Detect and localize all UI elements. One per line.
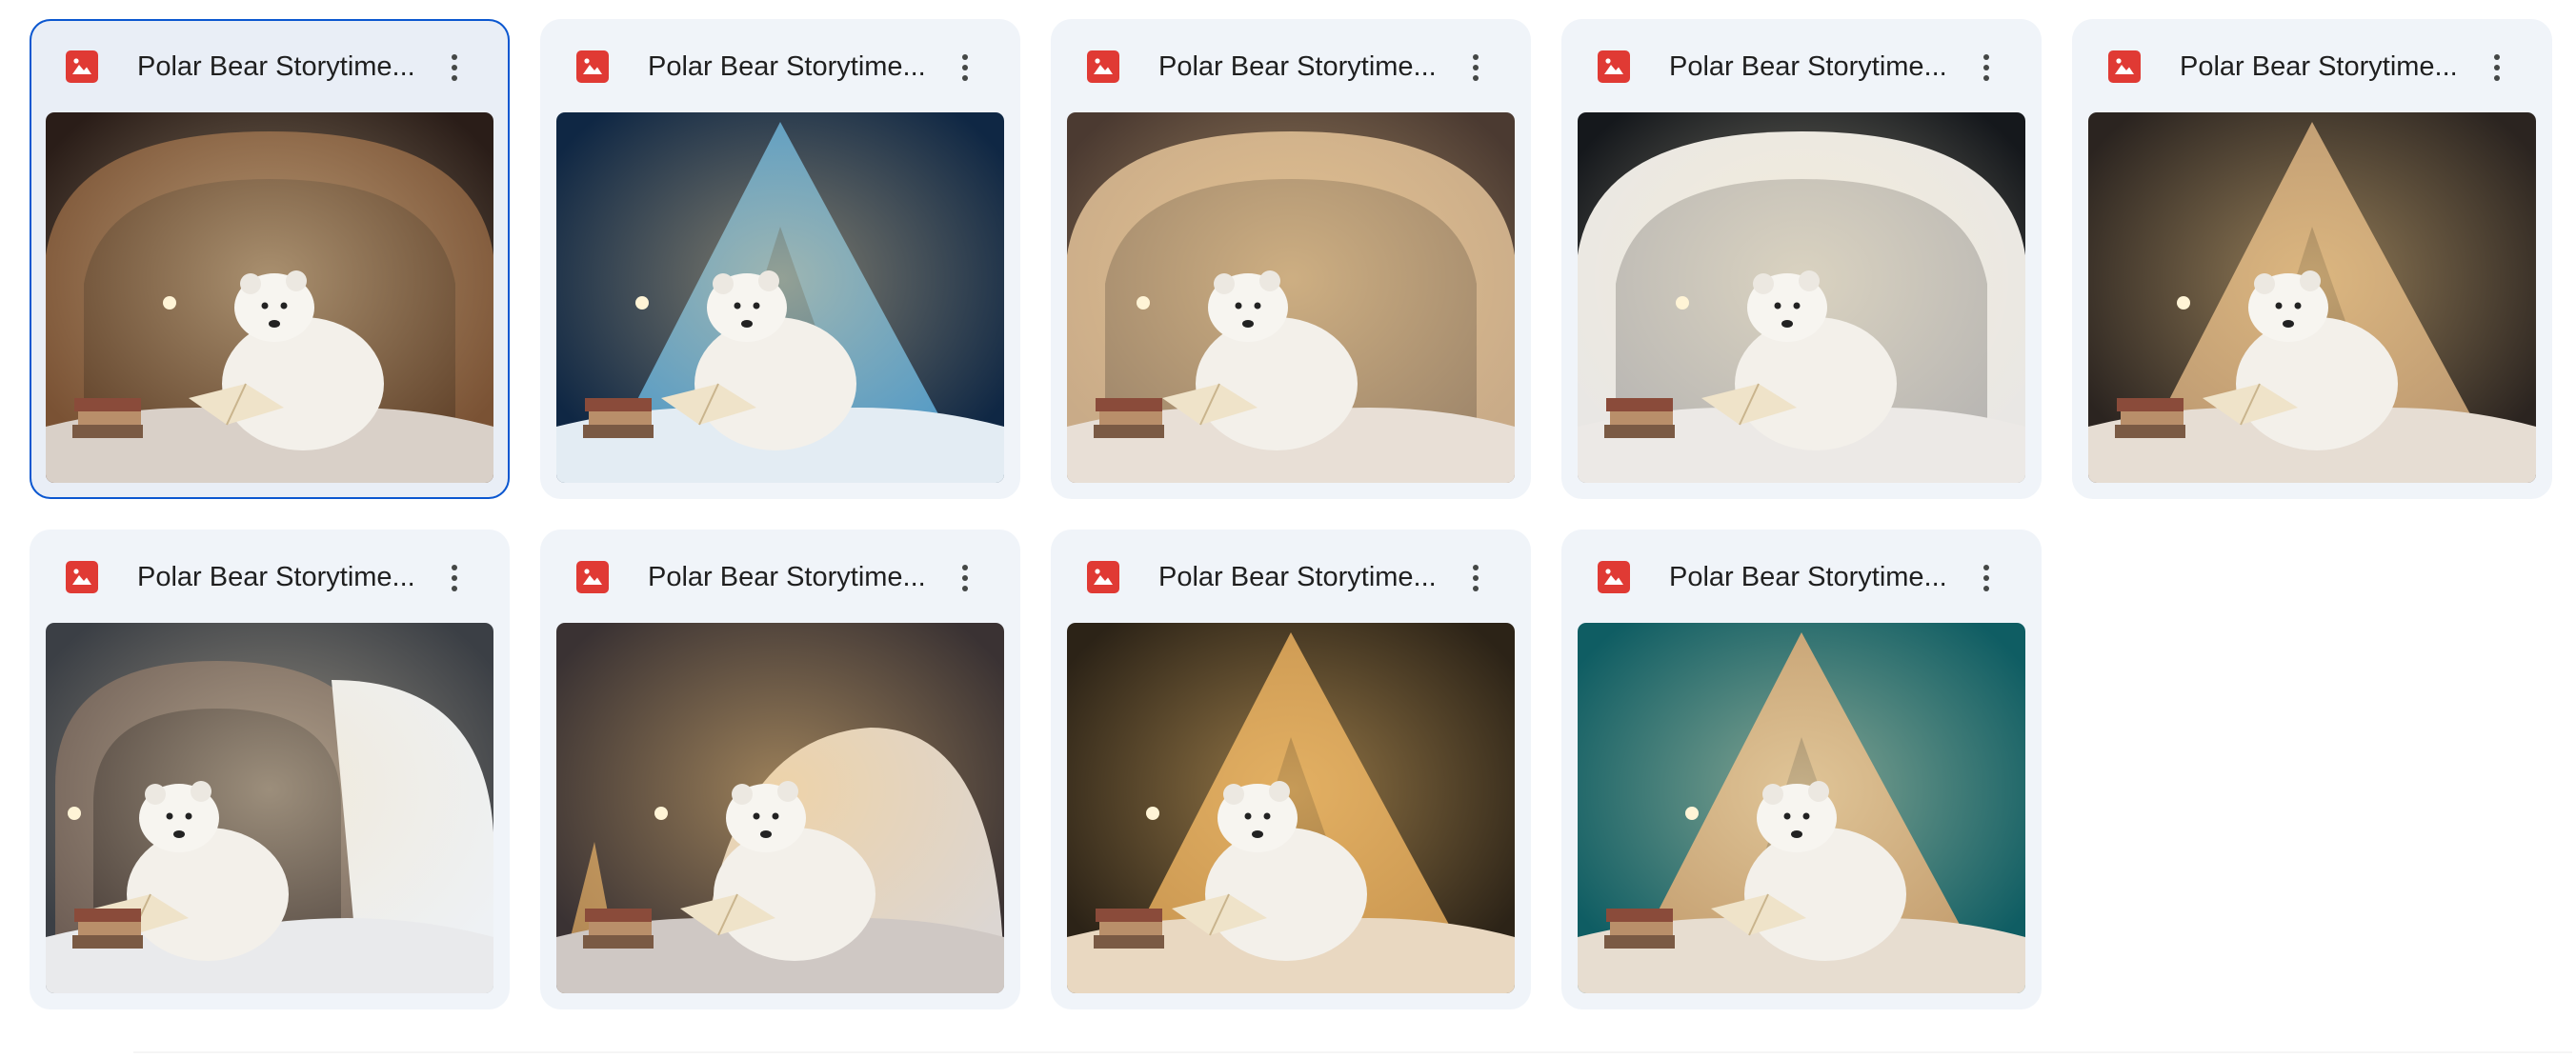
file-card-4[interactable]: Polar Bear Storytime... [1561,19,2042,499]
file-title: Polar Bear Storytime... [1158,562,1437,592]
image-file-icon [2108,50,2141,83]
image-thumbnail[interactable] [556,623,1004,993]
more-vert-icon [1473,565,1479,591]
image-thumbnail[interactable] [1578,112,2025,483]
more-options-button[interactable] [1451,43,1500,92]
file-title: Polar Bear Storytime... [2180,51,2458,82]
image-file-icon [1598,50,1630,83]
file-card-7[interactable]: Polar Bear Storytime... [540,530,1020,1009]
card-header: Polar Bear Storytime... [1051,530,1531,623]
thumbnail-art [2088,112,2536,483]
card-header: Polar Bear Storytime... [30,19,510,112]
thumbnail-art [46,623,493,993]
more-vert-icon [962,54,968,81]
more-vert-icon [452,565,457,591]
file-title: Polar Bear Storytime... [1669,562,1947,592]
file-title: Polar Bear Storytime... [137,51,415,82]
image-file-icon [1598,561,1630,593]
file-card-3[interactable]: Polar Bear Storytime... [1051,19,1531,499]
more-vert-icon [452,54,457,81]
thumbnail-art [556,623,1004,993]
image-file-icon [66,50,98,83]
thumbnail-art [556,112,1004,483]
thumbnail-art [1067,112,1515,483]
thumbnail-art [1578,112,2025,483]
card-header: Polar Bear Storytime... [1561,530,2042,623]
card-header: Polar Bear Storytime... [540,530,1020,623]
more-vert-icon [2494,54,2500,81]
file-title: Polar Bear Storytime... [648,51,926,82]
card-header: Polar Bear Storytime... [1561,19,2042,112]
file-title: Polar Bear Storytime... [648,562,926,592]
file-card-5[interactable]: Polar Bear Storytime... [2072,19,2552,499]
image-thumbnail[interactable] [46,623,493,993]
file-card-6[interactable]: Polar Bear Storytime... [30,530,510,1009]
more-options-button[interactable] [2472,43,2522,92]
more-vert-icon [962,565,968,591]
image-file-icon [1087,561,1119,593]
image-thumbnail[interactable] [1578,623,2025,993]
card-header: Polar Bear Storytime... [30,530,510,623]
more-vert-icon [1983,54,1989,81]
file-title: Polar Bear Storytime... [1669,51,1947,82]
image-file-icon [1087,50,1119,83]
more-vert-icon [1473,54,1479,81]
card-header: Polar Bear Storytime... [1051,19,1531,112]
more-vert-icon [1983,565,1989,591]
image-thumbnail[interactable] [1067,623,1515,993]
file-card-9[interactable]: Polar Bear Storytime... [1561,530,2042,1009]
image-thumbnail[interactable] [556,112,1004,483]
more-options-button[interactable] [430,553,479,603]
more-options-button[interactable] [1962,43,2011,92]
file-card-8[interactable]: Polar Bear Storytime... [1051,530,1531,1009]
file-title: Polar Bear Storytime... [1158,51,1437,82]
more-options-button[interactable] [430,43,479,92]
thumbnail-art [1578,623,2025,993]
more-options-button[interactable] [940,43,990,92]
image-thumbnail[interactable] [1067,112,1515,483]
image-file-icon [576,561,609,593]
more-options-button[interactable] [1962,553,2011,603]
file-card-1[interactable]: Polar Bear Storytime... [30,19,510,499]
more-options-button[interactable] [1451,553,1500,603]
card-header: Polar Bear Storytime... [540,19,1020,112]
more-options-button[interactable] [940,553,990,603]
image-file-icon [576,50,609,83]
file-card-2[interactable]: Polar Bear Storytime... [540,19,1020,499]
image-thumbnail[interactable] [46,112,493,483]
file-grid: Polar Bear Storytime... Polar Bear Story… [30,19,2552,1009]
thumbnail-art [46,112,493,483]
image-file-icon [66,561,98,593]
file-title: Polar Bear Storytime... [137,562,415,592]
divider [133,1051,2572,1053]
image-thumbnail[interactable] [2088,112,2536,483]
thumbnail-art [1067,623,1515,993]
card-header: Polar Bear Storytime... [2072,19,2552,112]
